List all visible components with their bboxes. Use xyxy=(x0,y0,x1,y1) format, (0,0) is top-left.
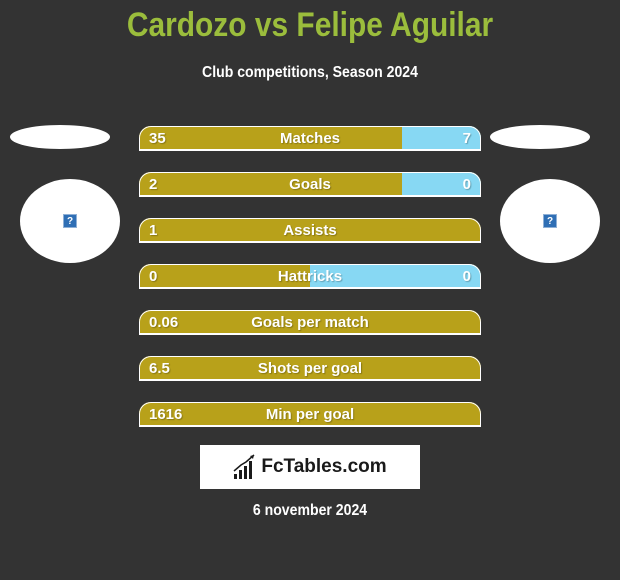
date-label: 6 november 2024 xyxy=(252,502,368,519)
stat-label: Assists xyxy=(283,222,337,239)
page-title: Cardozo vs Felipe Aguilar xyxy=(126,6,494,44)
right-value: 0 xyxy=(462,268,471,285)
stat-label: Goals xyxy=(289,176,331,193)
question-mark-icon: ? xyxy=(543,214,557,228)
right-player-avatar: ? xyxy=(500,179,600,263)
right-player-name-pill xyxy=(490,125,590,149)
stat-row: 2 Goals 0 xyxy=(139,172,481,197)
bar-chart-icon xyxy=(233,454,255,479)
left-player-avatar: ? xyxy=(20,179,120,263)
stat-label: Matches xyxy=(279,130,341,147)
stat-row: 0 Hattricks 0 xyxy=(139,264,481,289)
logo-text: FcTables.com xyxy=(261,456,387,477)
stat-row: 6.5 Shots per goal xyxy=(139,356,481,381)
stat-row: 1616 Min per goal xyxy=(139,402,481,427)
page-subtitle: Club competitions, Season 2024 xyxy=(202,64,418,81)
fctables-logo[interactable]: FcTables.com xyxy=(200,445,420,489)
stat-label: Shots per goal xyxy=(257,360,363,377)
left-player-name-pill xyxy=(10,125,110,149)
stat-label: Min per goal xyxy=(265,406,355,423)
right-value: 0 xyxy=(462,176,471,193)
question-mark-icon: ? xyxy=(63,214,77,228)
stat-label: Hattricks xyxy=(277,268,343,285)
right-value: 7 xyxy=(462,130,471,147)
stat-row: 0.06 Goals per match xyxy=(139,310,481,335)
stat-row: 35 Matches 7 xyxy=(139,126,481,151)
stat-row: 1 Assists xyxy=(139,218,481,243)
stat-label: Goals per match xyxy=(251,314,369,331)
